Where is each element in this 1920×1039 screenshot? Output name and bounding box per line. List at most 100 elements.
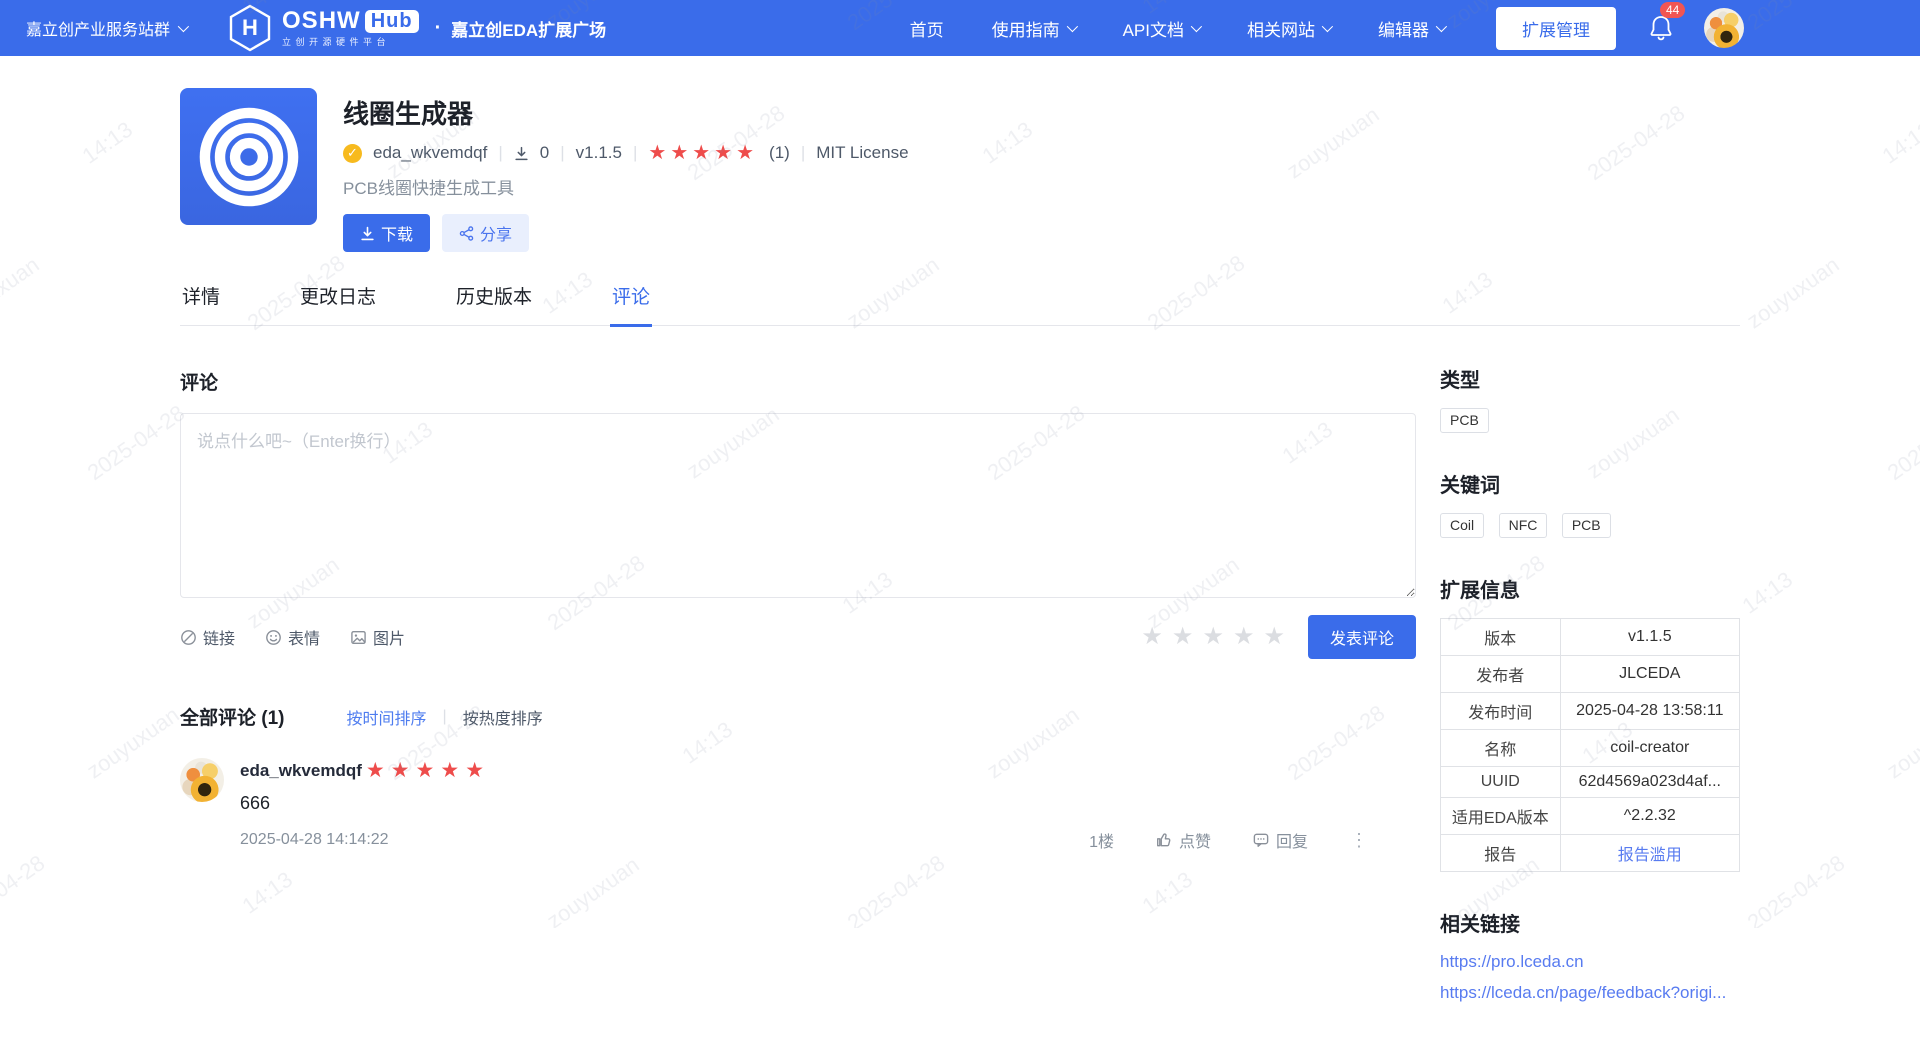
- download-button[interactable]: 下载: [343, 214, 431, 252]
- chevron-down-icon: [1321, 20, 1334, 33]
- logo-texts: OSHW Hub 立创开源硬件平台: [282, 9, 419, 47]
- info-sidebar: 类型 PCB 关键词 Coil NFC PCB 扩展信息 版本 v1.1.5 发布…: [1440, 326, 1741, 1039]
- author-name[interactable]: eda_wkvemdqf: [373, 143, 487, 163]
- keywords-section: 关键词 Coil NFC PCB: [1440, 469, 1740, 538]
- table-row: 适用EDA版本 ^2.2.32: [1440, 797, 1741, 835]
- link-tool-label: 链接: [203, 631, 236, 648]
- extension-title: 线圈生成器: [343, 99, 474, 129]
- type-heading: 类型: [1440, 370, 1480, 392]
- nav-item-editor[interactable]: 编辑器: [1378, 16, 1448, 41]
- oshwhub-logo[interactable]: H OSHW Hub 立创开源硬件平台: [228, 4, 419, 52]
- nav-item-label: API文档: [1122, 20, 1184, 40]
- chevron-down-icon: [177, 20, 190, 33]
- watermark-text: zouyuxuan: [1742, 251, 1844, 334]
- info-label: 适用EDA版本: [1440, 797, 1561, 835]
- logo-tagline: 立创开源硬件平台: [282, 37, 391, 47]
- keyword-tag: PCB: [1561, 513, 1611, 538]
- keyword-tag: Coil: [1440, 513, 1485, 538]
- watermark-text: 14:13: [1877, 116, 1920, 169]
- nav-item-home[interactable]: 首页: [910, 16, 944, 41]
- extension-info-table: 版本 v1.1.5 发布者 JLCEDA 发布时间 2025-04-28 13:58:…: [1440, 618, 1741, 872]
- extension-meta: ✓ eda_wkvemdqf | 0 | v1.1.5 | ★★★★★ (1) …: [343, 143, 909, 163]
- table-row: 名称 coil-creator: [1440, 729, 1741, 767]
- tab-changelog[interactable]: 更改日志: [298, 282, 378, 327]
- report-abuse-link[interactable]: 报告滥用: [1618, 847, 1682, 864]
- info-value: ^2.2.32: [1559, 797, 1741, 835]
- commenter-avatar[interactable]: [180, 758, 224, 802]
- related-link[interactable]: https://lceda.cn/page/feedback?origi...: [1440, 983, 1740, 1003]
- nav-item-label: 编辑器: [1378, 20, 1429, 40]
- sort-by-time-link[interactable]: 按时间排序: [347, 705, 427, 729]
- nav-menu: 首页 使用指南 API文档 相关网站 编辑器: [910, 16, 1448, 41]
- related-links-heading: 相关链接: [1440, 914, 1520, 936]
- thumbs-up-icon: [1156, 833, 1171, 847]
- info-label: 版本: [1440, 618, 1561, 656]
- share-button-label: 分享: [480, 227, 513, 244]
- rating-input-stars[interactable]: ★★★★★: [1141, 625, 1294, 649]
- chevron-down-icon: [1190, 20, 1203, 33]
- extension-manage-button[interactable]: 扩展管理: [1496, 6, 1616, 50]
- sort-by-heat-link[interactable]: 按热度排序: [463, 705, 543, 729]
- tab-history[interactable]: 历史版本: [454, 282, 534, 327]
- extension-description: PCB线圈快捷生成工具: [343, 179, 514, 198]
- tab-details[interactable]: 详情: [180, 282, 222, 327]
- comments-heading: 评论: [180, 373, 219, 394]
- extension-info-heading: 扩展信息: [1440, 580, 1520, 602]
- comment-footer: 2025-04-28 14:14:22 1楼 点赞 回复 ⋮: [240, 828, 1416, 852]
- submit-comment-button[interactable]: 发表评论: [1307, 615, 1416, 659]
- svg-text:H: H: [242, 15, 258, 40]
- nav-item-guide[interactable]: 使用指南: [992, 16, 1078, 41]
- info-value: v1.1.5: [1559, 618, 1741, 656]
- watermark-text: zouyuxuan: [1882, 701, 1920, 784]
- tab-comments[interactable]: 评论: [610, 282, 653, 327]
- user-avatar[interactable]: [1704, 8, 1744, 48]
- extension-icon: [180, 88, 317, 225]
- table-row: 版本 v1.1.5: [1440, 618, 1741, 656]
- like-label: 点赞: [1178, 834, 1211, 851]
- notification-bell[interactable]: 44: [1648, 2, 1686, 42]
- reply-bubble-icon: [1253, 833, 1269, 847]
- comment-input[interactable]: [180, 413, 1416, 598]
- reply-label: 回复: [1275, 834, 1308, 851]
- rating-stars: ★★★★★: [648, 142, 759, 164]
- comment-floor: 1楼: [1089, 834, 1114, 851]
- watermark-text: 2025-04-28: [1882, 400, 1920, 486]
- notification-badge: 44: [1660, 2, 1686, 18]
- license-label: MIT License: [816, 143, 909, 162]
- info-value: 2025-04-28 13:58:11: [1559, 692, 1741, 730]
- comments-panel: 评论 链接 表情: [180, 326, 1416, 852]
- insert-link-tool[interactable]: 链接: [180, 625, 235, 649]
- watermark-text: zouyuxuan: [82, 701, 184, 784]
- commenter-name[interactable]: eda_wkvemdqf: [240, 761, 362, 781]
- related-link[interactable]: https://pro.lceda.cn: [1440, 952, 1740, 972]
- site-group-menu[interactable]: 嘉立创产业服务站群: [26, 16, 190, 40]
- insert-emoji-tool[interactable]: 表情: [265, 625, 320, 649]
- all-comments-row: 全部评论 (1) 按时间排序 | 按热度排序: [180, 703, 1416, 730]
- like-button[interactable]: 点赞: [1156, 828, 1211, 852]
- comment-editor-toolbar: 链接 表情 图片 ★★★★★ 发表评论: [180, 615, 1416, 659]
- table-row: 发布时间 2025-04-28 13:58:11: [1440, 692, 1741, 730]
- more-actions-icon[interactable]: ⋮: [1350, 830, 1368, 851]
- nav-item-label: 首页: [909, 20, 944, 40]
- download-icon: [361, 226, 374, 240]
- image-icon: [351, 630, 366, 644]
- insert-image-tool[interactable]: 图片: [350, 625, 405, 649]
- info-label: 发布时间: [1440, 692, 1561, 730]
- info-value: coil-creator: [1559, 729, 1741, 767]
- share-button[interactable]: 分享: [442, 214, 530, 252]
- reply-button[interactable]: 回复: [1253, 828, 1308, 852]
- separator: |: [800, 143, 806, 162]
- nav-item-api-docs[interactable]: API文档: [1122, 16, 1203, 41]
- type-section: 类型 PCB: [1440, 364, 1740, 433]
- tab-bar: 详情 更改日志 历史版本 评论: [180, 282, 1740, 327]
- rating-count: (1): [769, 143, 790, 162]
- info-label: 发布者: [1440, 655, 1561, 693]
- comment-body: eda_wkvemdqf ★★★★★ 666 2025-04-28 14:14:…: [240, 758, 1416, 852]
- download-count: 0: [539, 143, 550, 162]
- nav-item-related-sites[interactable]: 相关网站: [1247, 16, 1334, 41]
- verified-badge-icon: ✓: [343, 143, 362, 163]
- separator: |: [442, 707, 447, 725]
- site-title: 嘉立创EDA扩展广场: [451, 20, 607, 40]
- all-comments-heading: 全部评论 (1): [180, 708, 285, 729]
- info-value-uuid: 62d4569a023d4af...: [1559, 766, 1741, 798]
